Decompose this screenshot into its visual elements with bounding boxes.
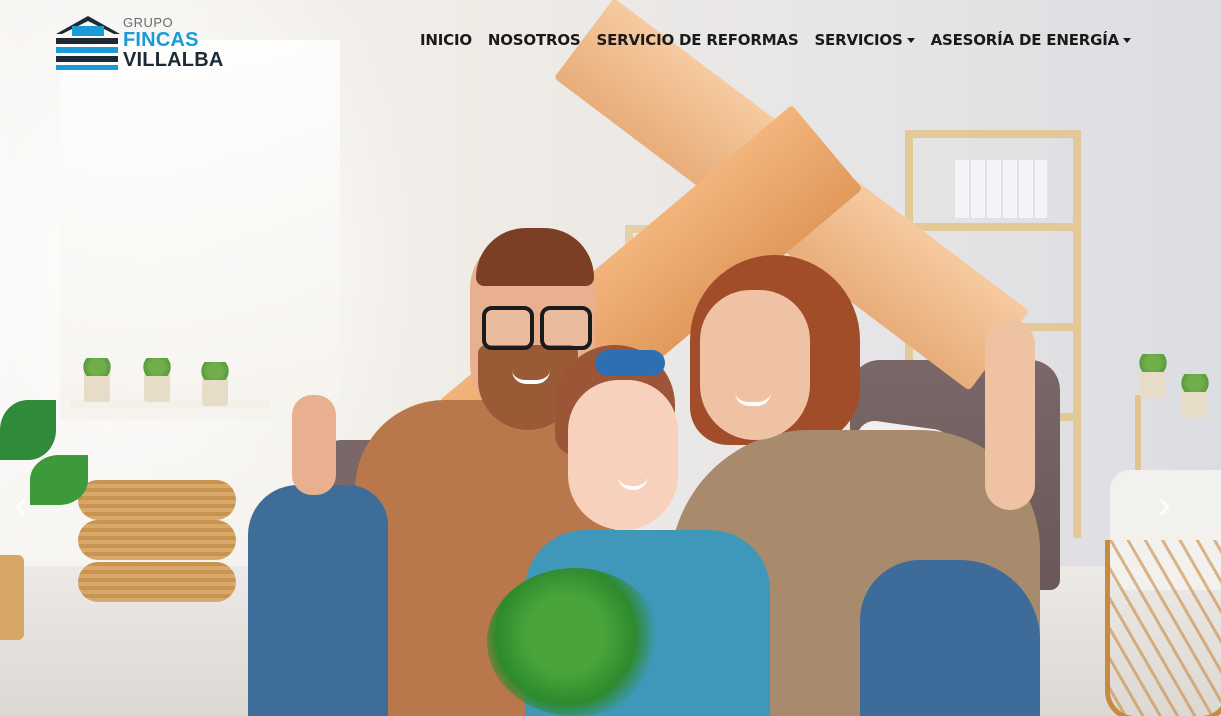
nav-nosotros[interactable]: NOSOTROS bbox=[480, 31, 589, 49]
pouf bbox=[78, 520, 236, 560]
caret-down-icon bbox=[1123, 38, 1131, 43]
chevron-right-icon bbox=[1159, 498, 1170, 516]
potted-plant bbox=[198, 362, 232, 406]
wicker-basket bbox=[1105, 540, 1221, 716]
hero-carousel-slide bbox=[0, 0, 1221, 716]
man-glasses bbox=[482, 306, 592, 350]
building-logo-icon bbox=[56, 16, 120, 70]
woman-jeans bbox=[860, 560, 1040, 716]
girl-face bbox=[568, 380, 678, 530]
girl-hair-bow bbox=[595, 350, 665, 376]
monstera-leaf bbox=[30, 455, 88, 505]
main-nav: INICIO NOSOTROS SERVICIO DE REFORMAS SER… bbox=[412, 31, 1139, 49]
man-jeans bbox=[248, 485, 388, 716]
potted-plant bbox=[1136, 354, 1170, 398]
carousel-prev-button[interactable] bbox=[8, 495, 32, 519]
potted-plant bbox=[140, 358, 174, 402]
potted-plant bbox=[80, 358, 114, 402]
man-hair bbox=[476, 228, 594, 286]
nav-inicio[interactable]: INICIO bbox=[412, 31, 480, 49]
binders bbox=[955, 160, 1047, 218]
logo-fincas-text: FINCAS bbox=[123, 29, 199, 51]
nav-servicios-label: SERVICIOS bbox=[814, 31, 903, 49]
woman-arm bbox=[985, 320, 1035, 510]
carousel-next-button[interactable] bbox=[1153, 495, 1177, 519]
nav-servicios-dropdown[interactable]: SERVICIOS bbox=[806, 31, 922, 49]
caret-down-icon bbox=[906, 38, 915, 43]
nav-asesoria-label: ASESORÍA DE ENERGÍA bbox=[930, 31, 1120, 49]
logo-wordmark: GRUPO FINCAS VILLALBA bbox=[123, 16, 223, 70]
logo-link[interactable]: GRUPO FINCAS VILLALBA bbox=[52, 10, 223, 72]
chevron-left-icon bbox=[15, 498, 26, 516]
pouf bbox=[78, 480, 236, 520]
green-plant bbox=[487, 568, 662, 716]
nav-nosotros-label: NOSOTROS bbox=[487, 31, 581, 49]
site-header: GRUPO FINCAS VILLALBA INICIO NOSOTROS SE… bbox=[0, 0, 1221, 84]
man-arm bbox=[292, 395, 336, 495]
nav-servicio-de-reformas-label: SERVICIO DE REFORMAS bbox=[596, 31, 799, 49]
woman-face bbox=[700, 290, 810, 440]
basket bbox=[0, 555, 24, 640]
pouf bbox=[78, 562, 236, 602]
nav-servicio-de-reformas[interactable]: SERVICIO DE REFORMAS bbox=[588, 31, 806, 49]
potted-plant bbox=[1178, 374, 1212, 418]
logo-villalba-text: VILLALBA bbox=[123, 49, 224, 71]
logo-grupo-text: GRUPO bbox=[123, 15, 174, 30]
monstera-leaf bbox=[0, 400, 56, 460]
nav-asesoria-de-energia-dropdown[interactable]: ASESORÍA DE ENERGÍA bbox=[923, 31, 1139, 49]
nav-inicio-label: INICIO bbox=[420, 31, 472, 49]
